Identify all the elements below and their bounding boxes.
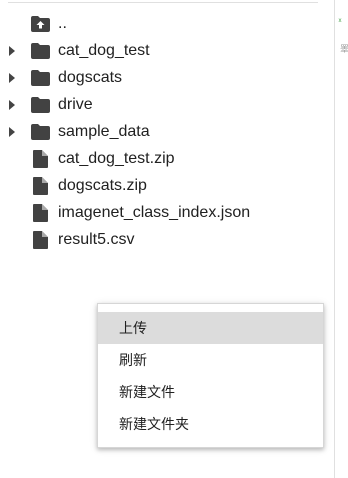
right-panel-glyph: 睪 bbox=[340, 44, 348, 54]
panel-divider bbox=[334, 0, 335, 478]
parent-directory-label: .. bbox=[58, 15, 67, 32]
file-row-cat-dog-test-zip[interactable]: cat_dog_test.zip bbox=[0, 146, 330, 173]
file-row-dogscats-zip[interactable]: dogscats.zip bbox=[0, 173, 330, 200]
folder-icon bbox=[31, 70, 50, 91]
file-label: cat_dog_test.zip bbox=[58, 150, 175, 167]
folder-icon bbox=[31, 97, 50, 118]
expand-caret-icon[interactable] bbox=[9, 127, 15, 137]
menu-item-new-folder[interactable]: 新建文件夹 bbox=[98, 408, 323, 440]
parent-directory-row[interactable]: .. bbox=[0, 11, 330, 38]
folder-row-drive[interactable]: drive bbox=[0, 92, 330, 119]
expand-caret-icon[interactable] bbox=[9, 73, 15, 83]
file-icon bbox=[31, 177, 48, 200]
file-icon bbox=[31, 204, 48, 227]
top-divider bbox=[8, 2, 318, 3]
folder-label: sample_data bbox=[58, 123, 150, 140]
file-row-imagenet-class-index-json[interactable]: imagenet_class_index.json bbox=[0, 200, 330, 227]
folder-label: drive bbox=[58, 96, 93, 113]
expand-caret-icon[interactable] bbox=[9, 46, 15, 56]
file-label: result5.csv bbox=[58, 231, 135, 248]
file-row-result5-csv[interactable]: result5.csv bbox=[0, 227, 330, 254]
folder-row-sample-data[interactable]: sample_data bbox=[0, 119, 330, 146]
folder-row-cat-dog-test[interactable]: cat_dog_test bbox=[0, 38, 330, 65]
folder-row-dogscats[interactable]: dogscats bbox=[0, 65, 330, 92]
menu-item-new-file[interactable]: 新建文件 bbox=[98, 376, 323, 408]
file-label: imagenet_class_index.json bbox=[58, 204, 251, 221]
folder-label: dogscats bbox=[58, 69, 123, 86]
file-tree: .. cat_dog_test dogscats drive sample_da… bbox=[0, 11, 330, 254]
menu-item-upload[interactable]: 上传 bbox=[98, 312, 323, 344]
menu-item-refresh[interactable]: 刷新 bbox=[98, 344, 323, 376]
file-label: dogscats.zip bbox=[58, 177, 147, 194]
expand-caret-icon[interactable] bbox=[9, 100, 15, 110]
context-menu: 上传 刷新 新建文件 新建文件夹 bbox=[97, 303, 324, 448]
folder-label: cat_dog_test bbox=[58, 42, 150, 59]
folder-up-icon bbox=[31, 16, 50, 37]
file-icon bbox=[31, 150, 48, 173]
file-icon bbox=[31, 231, 48, 254]
folder-icon bbox=[31, 124, 50, 145]
folder-icon bbox=[31, 43, 50, 64]
